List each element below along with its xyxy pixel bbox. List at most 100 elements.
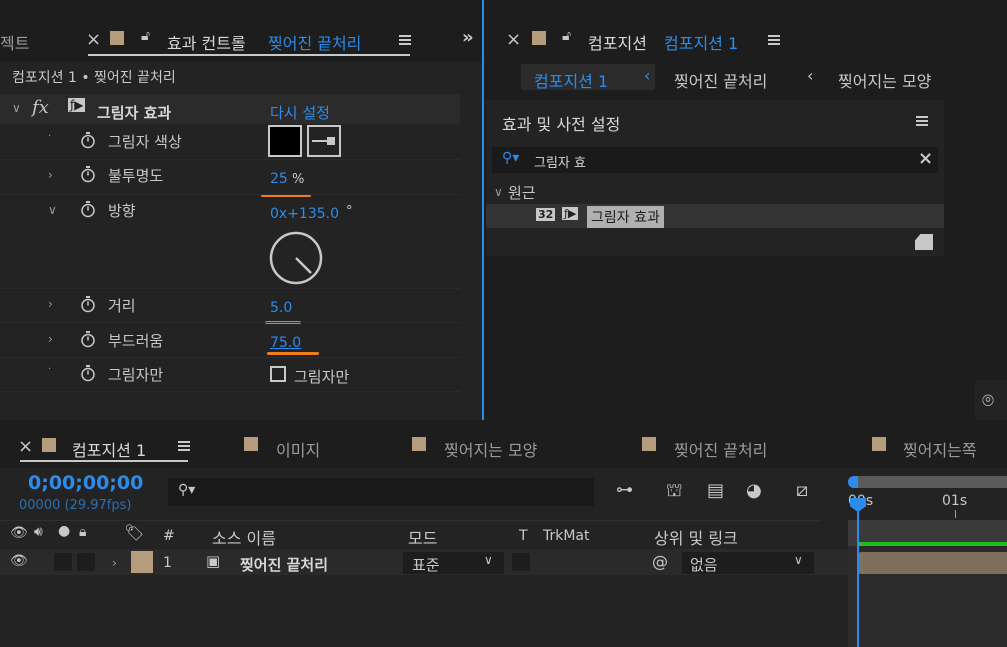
composition-tab-name[interactable]: 컴포지션 1 xyxy=(664,30,738,54)
reset-link[interactable]: 다시 설정 xyxy=(270,102,330,123)
softness-highlight-mark xyxy=(267,352,319,355)
stopwatch-icon[interactable] xyxy=(80,131,96,149)
playhead-line[interactable] xyxy=(857,502,859,647)
prop-label-shadow-color: 그림자 색상 xyxy=(108,133,182,151)
layer-name[interactable]: 찢어진 끝처리 xyxy=(240,554,328,575)
effect-item-label[interactable]: 그림자 효과 xyxy=(587,206,664,228)
stopwatch-icon[interactable] xyxy=(80,295,96,313)
draft-3d-icon[interactable]: ⛫ xyxy=(666,480,683,504)
eyedropper-icon[interactable] xyxy=(307,125,341,157)
timeline-tab-comp1[interactable]: 컴포지션 1 xyxy=(72,437,146,461)
direction-value[interactable]: 0x+135.0 xyxy=(270,206,339,222)
column-t[interactable]: T xyxy=(519,528,528,544)
prop-label-shadow-only: 그림자만 xyxy=(108,366,164,384)
lock-toggle[interactable] xyxy=(77,553,95,571)
expand-chevron-icon[interactable]: › xyxy=(48,168,53,182)
angle-dial[interactable] xyxy=(268,230,324,286)
effect-collapse-chevron-icon[interactable]: ∨ xyxy=(12,101,21,115)
partial-tab-label[interactable]: 젝트 xyxy=(0,30,29,54)
playhead-handle[interactable] xyxy=(850,498,866,512)
active-tab-underline xyxy=(88,54,410,56)
lock-icon[interactable]: 🔓︎ xyxy=(562,28,571,44)
nav-separator-icon: ‹ xyxy=(644,66,651,85)
search-icon[interactable]: ⚲▾ xyxy=(502,150,519,166)
effect-controls-tab-layer[interactable]: 찢어진 끝처리 xyxy=(268,30,361,54)
column-parent-link[interactable]: 상위 및 링크 xyxy=(654,525,738,549)
layer-expand-chevron-icon[interactable]: › xyxy=(112,556,117,570)
lock-icon[interactable]: 🔓︎ xyxy=(141,28,150,44)
clear-search-icon[interactable]: × xyxy=(918,148,933,169)
expand-chevron-icon[interactable]: › xyxy=(48,297,53,311)
tab-color-chip xyxy=(412,437,426,451)
panel-menu-icon[interactable] xyxy=(768,35,780,46)
composition-flowchart-icon[interactable]: ⊶ xyxy=(616,480,633,500)
layer-search-box[interactable] xyxy=(168,478,594,506)
frame-blending-icon[interactable]: ▤ xyxy=(707,480,724,501)
nav-separator-icon: ‹ xyxy=(807,66,814,85)
column-source-name[interactable]: 소스 이름 xyxy=(212,525,276,549)
frame-rate-readout: 00000 (29.97fps) xyxy=(19,498,132,513)
timeline-tab-image[interactable]: 이미지 xyxy=(276,437,320,461)
pickwhip-spiral-icon[interactable]: @ xyxy=(652,552,668,571)
comp-nav-item-1[interactable]: 컴포지션 1 xyxy=(534,68,608,92)
new-folder-icon[interactable] xyxy=(915,234,933,250)
motion-blur-icon[interactable]: ◕ xyxy=(746,480,762,501)
prop-label-softness: 부드러움 xyxy=(108,332,164,350)
trkmat-toggle[interactable] xyxy=(512,553,530,571)
prop-label-direction: 방향 xyxy=(108,202,136,220)
layer-visibility-eye-icon[interactable]: 👁︎ xyxy=(10,553,28,569)
close-icon[interactable]: × xyxy=(506,29,521,50)
solo-toggle[interactable] xyxy=(54,553,72,571)
breadcrumb: 컴포지션 1 • 찢어진 끝처리 xyxy=(12,70,176,86)
panel-menu-icon[interactable] xyxy=(916,116,928,127)
search-icon[interactable]: ⚲▾ xyxy=(178,482,195,498)
stopwatch-icon[interactable] xyxy=(80,330,96,348)
effect-controls-tab-prefix[interactable]: 효과 컨트롤 xyxy=(167,30,246,54)
category-collapse-chevron-icon[interactable]: ∨ xyxy=(494,185,503,199)
comp-nav-item-2[interactable]: 찢어진 끝처리 xyxy=(674,68,767,92)
timeline-tab-torn-edge[interactable]: 찢어진 끝처리 xyxy=(674,437,767,461)
shadow-only-checkbox[interactable] xyxy=(270,366,286,382)
column-trkmat[interactable]: TrkMat xyxy=(543,528,590,544)
fx-icon[interactable]: fx xyxy=(32,97,49,118)
close-icon[interactable]: × xyxy=(18,436,33,457)
opacity-value[interactable]: 25 xyxy=(270,171,288,187)
graph-editor-icon[interactable]: ⧄ xyxy=(796,479,808,501)
work-area-bar[interactable] xyxy=(848,476,1007,488)
stopwatch-icon[interactable] xyxy=(80,165,96,183)
effects-search-input[interactable]: 그림자 효 xyxy=(534,152,586,171)
stopwatch-icon[interactable] xyxy=(80,200,96,218)
column-mode[interactable]: 모드 xyxy=(408,525,437,549)
panel-menu-icon[interactable] xyxy=(178,441,190,452)
ruler-label-1: 01s xyxy=(942,493,968,509)
prop-label-distance: 거리 xyxy=(108,297,136,315)
active-tab-underline xyxy=(20,460,188,462)
label-column-tag-icon: 🏷︎ xyxy=(124,523,145,542)
tab-color-chip xyxy=(872,437,886,451)
distance-value[interactable]: 5.0 xyxy=(270,300,292,316)
panel-menu-icon[interactable] xyxy=(399,35,411,46)
expand-chevron-icon[interactable]: › xyxy=(48,332,53,346)
stopwatch-icon[interactable] xyxy=(80,364,96,382)
current-timecode[interactable]: 0;00;00;00 xyxy=(28,472,143,494)
composition-tab-prefix[interactable]: 컴포지션 xyxy=(588,30,647,54)
row-bullet: · xyxy=(48,131,52,142)
opacity-unit: % xyxy=(292,172,305,187)
collapse-chevron-icon[interactable]: ∨ xyxy=(48,203,57,217)
timeline-tab-tear-shape[interactable]: 찢어지는 모양 xyxy=(444,437,537,461)
expand-panels-icon[interactable]: » xyxy=(462,27,474,48)
category-label[interactable]: 원근 xyxy=(508,182,536,203)
comp-duration-bar xyxy=(858,542,1007,546)
layer-duration-bar[interactable] xyxy=(858,552,1007,574)
comp-nav-item-3[interactable]: 찢어지는 모양 xyxy=(838,68,931,92)
timeline-tab-tearing-side[interactable]: 찢어지는쪽 xyxy=(903,437,977,461)
close-icon[interactable]: × xyxy=(86,29,101,50)
lock-column-icon: 🔒︎ xyxy=(79,524,87,540)
layer-label-color[interactable] xyxy=(131,551,153,573)
shutter-icon[interactable]: ⌾ xyxy=(982,388,994,412)
column-hash[interactable]: # xyxy=(163,528,175,544)
audio-column-icon: 🔊︎ xyxy=(34,524,43,540)
color-swatch[interactable] xyxy=(268,125,302,157)
effect-name: 그림자 효과 xyxy=(97,104,172,122)
softness-value[interactable]: 75.0 xyxy=(270,335,301,351)
